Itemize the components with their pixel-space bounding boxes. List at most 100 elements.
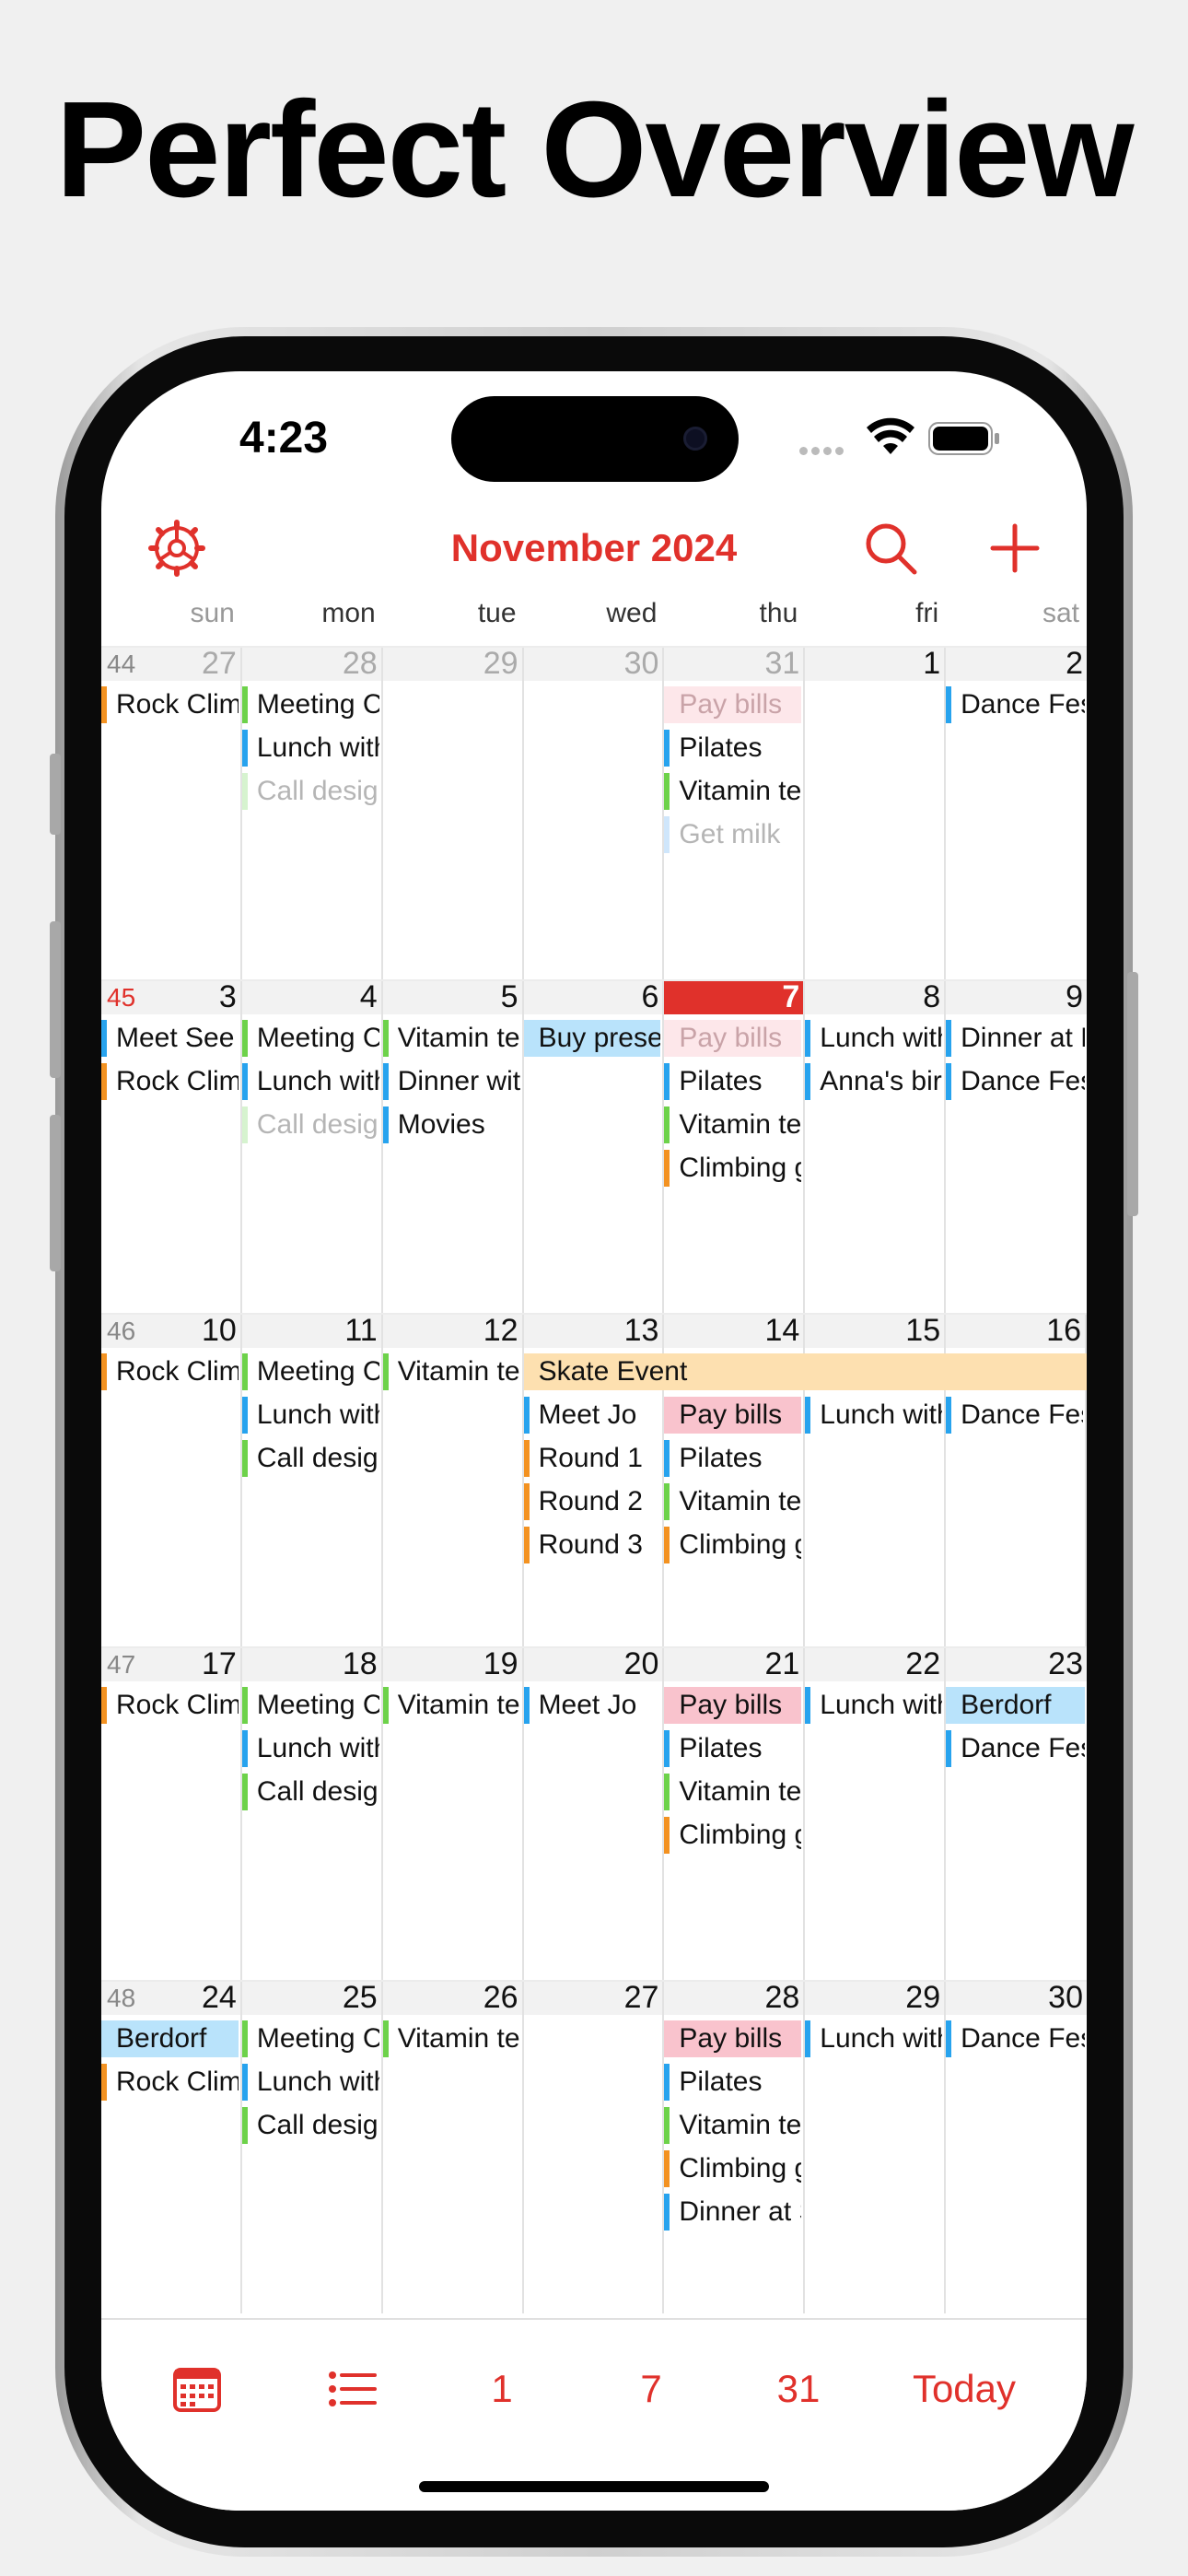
event-item[interactable]: Call design <box>241 773 379 810</box>
event-item[interactable]: Pay bills <box>664 1020 802 1057</box>
month-title[interactable]: November 2024 <box>101 526 1087 570</box>
day-cell[interactable]: 4 Meeting Cl Lunch with Call design <box>241 979 383 1313</box>
day-cell[interactable]: 27 <box>524 1980 665 2313</box>
event-item[interactable]: Vitamin test <box>664 1774 801 1810</box>
plus-icon[interactable] <box>985 519 1044 578</box>
day-cell[interactable]: 8 Lunch with Anna's birthday <box>805 979 947 1313</box>
event-item[interactable]: Dance Festival <box>946 1397 1083 1434</box>
event-item[interactable]: Lunch with <box>805 2020 942 2057</box>
calendar-grid-icon[interactable] <box>164 2357 228 2421</box>
event-item[interactable]: Climbing gym <box>664 1527 801 1563</box>
event-item[interactable]: Lunch with <box>805 1020 942 1057</box>
event-item[interactable]: Meeting Cl <box>241 1687 379 1724</box>
event-item[interactable]: Climbing gym <box>664 2150 801 2187</box>
event-item[interactable]: Pilates <box>664 1730 801 1767</box>
day-cell[interactable]: 26 Vitamin test <box>382 1980 524 2313</box>
event-item[interactable]: Vitamin test <box>664 1483 801 1520</box>
day-cell[interactable]: 30 <box>524 646 665 979</box>
day-cell[interactable]: 45 3 Meet See Rock Climbing <box>101 979 242 1313</box>
event-item[interactable]: Call design <box>241 1107 379 1143</box>
event-item[interactable]: Get milk <box>664 816 801 853</box>
event-item[interactable]: Vitamin test <box>382 1353 520 1390</box>
event-item[interactable]: Vitamin test <box>664 773 801 810</box>
event-item[interactable]: Round 2 <box>523 1483 661 1520</box>
day-cell[interactable]: 31 Pay bills Pilates Vitamin test Get milk <box>664 646 806 979</box>
day-view-button[interactable]: 1 <box>470 2357 534 2421</box>
week-view-button[interactable]: 7 <box>619 2357 683 2421</box>
event-item[interactable]: Meeting Cl <box>241 1020 379 1057</box>
event-item[interactable]: Lunch with <box>241 2064 379 2101</box>
event-item[interactable]: Vitamin test <box>664 1107 801 1143</box>
event-item[interactable]: Meet Jo <box>523 1397 661 1434</box>
event-item[interactable]: Meeting Cl <box>241 1353 379 1390</box>
event-item[interactable]: Pilates <box>664 2064 801 2101</box>
day-cell[interactable]: 19 Vitamin test <box>382 1646 524 1980</box>
day-cell[interactable]: 12 Vitamin test <box>382 1313 524 1646</box>
event-item[interactable]: Pay bills <box>664 686 802 723</box>
month-view-button[interactable]: 31 <box>757 2357 840 2421</box>
event-item[interactable]: Lunch with <box>241 730 379 767</box>
today-button[interactable]: Today <box>895 2357 1033 2421</box>
event-item[interactable]: Lunch with <box>805 1687 942 1724</box>
search-icon[interactable] <box>861 519 920 578</box>
event-item[interactable]: Pilates <box>664 1440 801 1477</box>
event-item[interactable]: Call design <box>241 1774 379 1810</box>
event-item[interactable]: Lunch with <box>805 1397 942 1434</box>
event-item[interactable]: Berdorf <box>101 2020 239 2057</box>
list-icon[interactable] <box>320 2357 384 2421</box>
event-item[interactable]: Round 1 <box>523 1440 661 1477</box>
event-item[interactable]: Dance Festival <box>946 1730 1085 1767</box>
day-cell[interactable]: 21 Pay bills Pilates Vitamin test Climbing g… <box>664 1646 806 1980</box>
event-item[interactable]: Rock Climbing <box>101 2064 239 2101</box>
day-cell[interactable]: 29 Lunch with <box>805 1980 947 2313</box>
day-cell[interactable]: 11 Meeting Cl Lunch with Call design <box>241 1313 383 1646</box>
day-cell[interactable]: 46 10 Rock Climbing <box>101 1313 242 1646</box>
day-cell[interactable]: 2 Dance Festival <box>946 646 1087 979</box>
event-item[interactable]: Meeting Cl <box>241 686 379 723</box>
event-item[interactable]: Pay bills <box>664 1397 802 1434</box>
multi-day-event[interactable]: Skate Event <box>523 1353 1087 1390</box>
day-cell[interactable]: 28 Meeting Cl Lunch with Call design <box>241 646 383 979</box>
event-item[interactable]: Rock Climbing <box>101 1063 239 1100</box>
day-cell[interactable]: 1 <box>805 646 947 979</box>
event-item[interactable]: Pilates <box>664 730 801 767</box>
event-item[interactable]: Dance Festival <box>946 2020 1085 2057</box>
event-item[interactable]: Dinner at S <box>664 2194 801 2231</box>
day-cell[interactable]: 30 Dance Festival <box>946 1980 1087 2313</box>
event-item[interactable]: Meet Jo <box>523 1687 661 1724</box>
event-item[interactable]: Round 3 <box>523 1527 661 1563</box>
event-item[interactable]: Lunch with <box>241 1063 379 1100</box>
event-item[interactable]: Lunch with <box>241 1730 379 1767</box>
event-item[interactable]: Berdorf <box>946 1687 1085 1724</box>
day-cell[interactable]: 25 Meeting Cl Lunch with Call design <box>241 1980 383 2313</box>
event-item[interactable]: Vitamin test <box>664 2107 801 2144</box>
event-item[interactable]: Dance Festival <box>946 1063 1085 1100</box>
event-item[interactable]: Rock Climbing <box>101 1353 239 1390</box>
event-item[interactable]: Call design <box>241 1440 379 1477</box>
event-item[interactable]: Pilates <box>664 1063 801 1100</box>
day-cell[interactable]: 7 Pay bills Pilates Vitamin test Climbing gy… <box>664 979 806 1313</box>
event-item[interactable]: Dance Festival <box>946 686 1085 723</box>
event-item[interactable]: Lunch with <box>241 1397 379 1434</box>
event-item[interactable]: Rock Climbing <box>101 686 239 723</box>
day-cell[interactable]: 20 Meet Jo <box>523 1646 665 1980</box>
day-cell[interactable]: 5 Vitamin test Dinner with Movies <box>382 979 524 1313</box>
event-item[interactable]: Anna's birthday <box>805 1063 942 1100</box>
day-cell[interactable]: 29 <box>383 646 524 979</box>
day-cell[interactable]: 47 17 Rock Climbing <box>101 1646 242 1980</box>
event-item[interactable]: Climbing gym <box>664 1150 801 1187</box>
event-item[interactable]: Dinner with <box>382 1063 520 1100</box>
event-item[interactable]: Meet See <box>101 1020 239 1057</box>
day-cell[interactable]: 28 Pay bills Pilates Vitamin test Climbing g… <box>664 1980 806 2313</box>
event-item[interactable]: Vitamin test <box>382 2020 520 2057</box>
event-item[interactable]: Buy presents <box>523 1020 661 1057</box>
day-cell[interactable]: 44 27 Rock Climbing <box>101 646 242 979</box>
day-cell[interactable]: 23 Berdorf Dance Festival <box>946 1646 1087 1980</box>
day-cell[interactable]: 48 24 Berdorf Rock Climbing <box>101 1980 242 2313</box>
event-item[interactable]: Call design <box>241 2107 379 2144</box>
day-cell[interactable]: 18 Meeting Cl Lunch with Call design <box>241 1646 383 1980</box>
day-cell[interactable]: 22 Lunch with <box>805 1646 947 1980</box>
event-item[interactable]: Dinner at P <box>946 1020 1085 1057</box>
event-item[interactable]: Climbing gym <box>664 1817 801 1854</box>
event-item[interactable]: Vitamin test <box>382 1687 520 1724</box>
